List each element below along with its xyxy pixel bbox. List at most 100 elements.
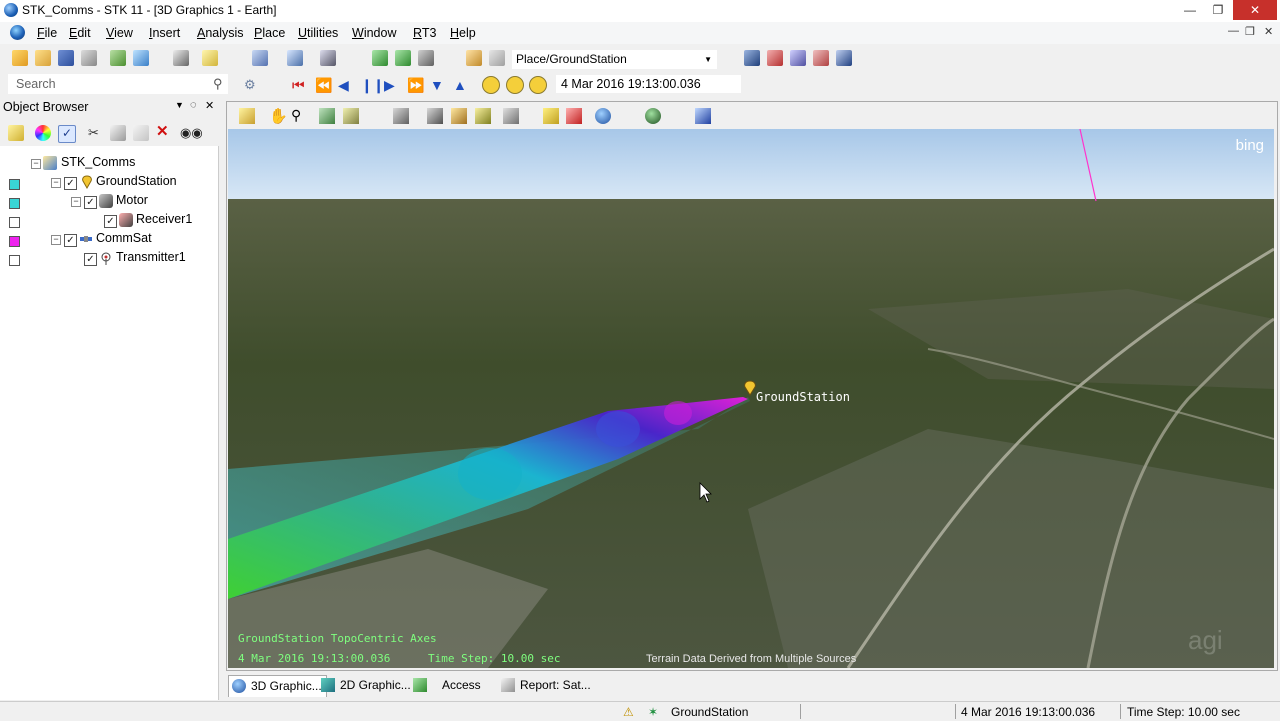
pan-icon[interactable]: ✋ [269, 107, 288, 125]
place-tool-icon[interactable] [466, 50, 482, 66]
fly-to-icon[interactable] [451, 108, 467, 124]
tree-item-commsat[interactable]: − ✓ CommSat [0, 231, 218, 249]
3d-earth-view[interactable]: agi bing GroundStation GroundStation Top… [228, 129, 1274, 668]
warning-icon[interactable]: ⚠ [623, 705, 634, 719]
print-icon[interactable] [173, 50, 189, 66]
report-icon[interactable] [252, 50, 268, 66]
copy-icon[interactable] [110, 125, 126, 141]
menu-help[interactable]: Help [450, 26, 476, 40]
menu-view[interactable]: View [106, 26, 133, 40]
tab-3d-graphics[interactable]: 3D Graphic... [228, 675, 327, 697]
visibility-checkbox[interactable]: ✓ [84, 253, 97, 266]
clock-icon[interactable] [529, 76, 547, 94]
new-scenario-icon[interactable] [12, 50, 28, 66]
mdi-close-button[interactable]: ✕ [1264, 25, 1273, 38]
step-forward-icon[interactable]: ⏩ [407, 77, 424, 93]
animation-time-field[interactable]: 4 Mar 2016 19:13:00.036 [556, 75, 741, 93]
increase-step-icon[interactable]: ▲ [453, 77, 469, 93]
collapse-icon[interactable]: − [51, 178, 61, 188]
color-swatch[interactable] [9, 236, 20, 247]
color-icon[interactable] [35, 125, 51, 141]
zoom-icon[interactable]: ⚲ [291, 107, 301, 124]
reset-icon[interactable]: ⏮ [292, 77, 308, 93]
tab-2d-graphics[interactable]: 2D Graphic... [318, 675, 415, 696]
place-settings-icon[interactable] [489, 50, 505, 66]
tree-item-motor[interactable]: − ✓ Motor [0, 193, 218, 211]
search-icon[interactable]: ⚲ [213, 76, 223, 92]
visibility-checkbox[interactable]: ✓ [104, 215, 117, 228]
export-icon[interactable] [320, 50, 336, 66]
menu-insert[interactable]: Insert [149, 26, 180, 40]
minimize-button[interactable]: — [1176, 0, 1204, 20]
pin-icon[interactable]: ◌ [190, 99, 197, 111]
measure-icon[interactable] [543, 108, 559, 124]
menu-place[interactable]: Place [254, 26, 285, 40]
scene-canvas[interactable]: agi [228, 129, 1274, 668]
save-icon[interactable] [58, 50, 74, 66]
visibility-checkbox[interactable]: ✓ [84, 196, 97, 209]
link-budget-icon[interactable] [418, 50, 434, 66]
insert-object-icon[interactable] [110, 50, 126, 66]
object-catalog-icon[interactable] [133, 50, 149, 66]
orbit-icon[interactable] [393, 108, 409, 124]
tree-item-transmitter[interactable]: ✓ Transmitter1 [0, 250, 218, 268]
step-back-icon[interactable]: ⏪ [315, 77, 332, 93]
tree-item-groundstation[interactable]: − ✓ GroundStation [0, 174, 218, 192]
notes-icon[interactable] [202, 50, 218, 66]
checklist-icon[interactable] [767, 50, 783, 66]
collapse-icon[interactable]: − [71, 197, 81, 207]
view-from-to-icon[interactable] [319, 108, 335, 124]
gear-icon[interactable]: ⚙ [244, 77, 256, 93]
deck-access-icon[interactable] [395, 50, 411, 66]
play-backward-icon[interactable]: ◀ [338, 77, 354, 93]
search-input[interactable]: Search ⚲ [8, 74, 228, 94]
visibility-checkbox[interactable]: ✓ [64, 234, 77, 247]
color-swatch[interactable] [9, 198, 20, 209]
color-swatch[interactable] [9, 217, 20, 228]
collapse-icon[interactable]: − [51, 235, 61, 245]
close-button[interactable]: ✕ [1233, 0, 1277, 20]
screen-capture-icon[interactable] [744, 50, 760, 66]
globe-view-icon[interactable] [475, 108, 491, 124]
mdi-minimize-button[interactable]: — [1228, 25, 1239, 37]
mdi-restore-button[interactable]: ❐ [1245, 25, 1255, 38]
dropdown-icon[interactable]: ▼ [175, 100, 184, 110]
home-view-icon[interactable] [343, 108, 359, 124]
color-swatch[interactable] [9, 179, 20, 190]
new-object-icon[interactable] [8, 125, 24, 141]
calculator-icon[interactable] [813, 50, 829, 66]
x-real-time-icon[interactable] [506, 76, 524, 94]
pencil-icon[interactable] [566, 108, 582, 124]
realtime-icon[interactable] [482, 76, 500, 94]
decrease-step-icon[interactable]: ▼ [430, 77, 446, 93]
tab-access[interactable]: Access [410, 675, 485, 696]
tree-item-receiver[interactable]: ✓ Receiver1 [0, 212, 218, 230]
check-icon[interactable]: ✓ [58, 125, 76, 143]
collapse-icon[interactable]: − [31, 159, 41, 169]
menu-rt3[interactable]: RT3 [413, 26, 436, 40]
cut-icon[interactable]: ✂ [88, 125, 104, 141]
tab-report[interactable]: Report: Sat... [498, 675, 595, 696]
maximize-button[interactable]: ❐ [1204, 0, 1232, 20]
paste-icon[interactable] [133, 125, 149, 141]
menu-edit[interactable]: Edit [69, 26, 91, 40]
delete-icon[interactable]: ✕ [156, 124, 172, 140]
binoculars-icon[interactable]: ◉◉ [180, 125, 203, 141]
color-swatch[interactable] [9, 255, 20, 266]
properties-icon[interactable] [81, 50, 97, 66]
globe-icon[interactable] [10, 25, 25, 40]
terrain-icon[interactable] [645, 108, 661, 124]
pause-icon[interactable]: ❙❙ [361, 77, 384, 93]
access-icon[interactable] [372, 50, 388, 66]
model-icon[interactable] [503, 108, 519, 124]
close-panel-icon[interactable]: ✕ [205, 99, 214, 112]
sort-icon[interactable] [836, 50, 852, 66]
open-folder-icon[interactable] [35, 50, 51, 66]
visibility-checkbox[interactable]: ✓ [64, 177, 77, 190]
menu-utilities[interactable]: Utilities [298, 26, 338, 40]
globe-manager-icon[interactable] [595, 108, 611, 124]
window-settings-icon[interactable] [695, 108, 711, 124]
properties-icon[interactable] [239, 108, 255, 124]
menu-file[interactable]: File [37, 26, 57, 40]
play-forward-icon[interactable]: ▶ [384, 77, 400, 93]
